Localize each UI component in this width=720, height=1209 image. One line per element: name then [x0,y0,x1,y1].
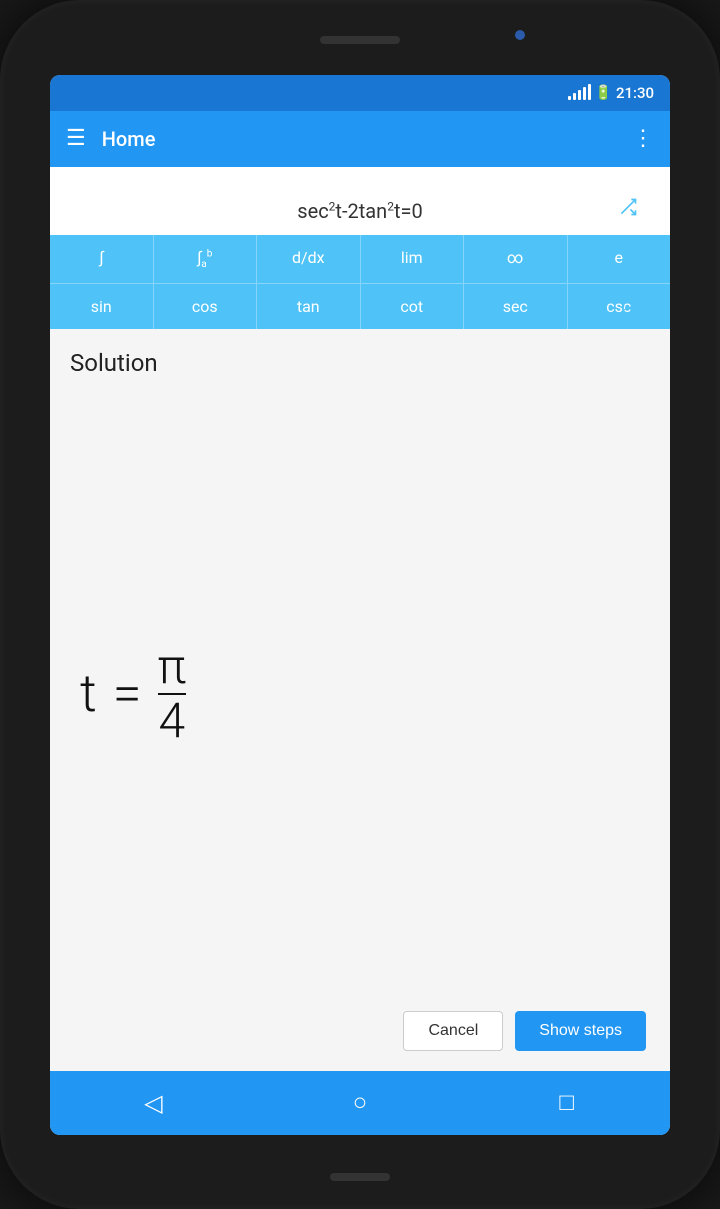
solution-title: Solution [70,349,650,377]
equation-area: sec2t-2tan2t=0 × [50,167,670,235]
key-sin[interactable]: sin [50,284,154,329]
side-icons: × [612,187,644,323]
action-buttons: Cancel Show steps [70,995,650,1071]
app-bar: ☰ Home ⋮ [50,111,670,167]
more-options-icon[interactable]: ⋮ [632,126,654,151]
key-sec[interactable]: sec [464,284,568,329]
key-definite-integral[interactable]: ∫ab [154,235,258,283]
equation-display: sec2t-2tan2t=0 [297,199,422,223]
nav-back-button[interactable]: ◁ [123,1083,183,1123]
key-tan[interactable]: tan [257,284,361,329]
fraction-numerator: π [158,643,187,693]
equation-row: sec2t-2tan2t=0 × [66,187,654,235]
close-icon[interactable]: × [612,239,644,271]
keyboard-row-2: sin cos tan cot sec csc [50,284,670,329]
formula-variable: t [80,663,97,724]
key-derivative[interactable]: d/dx [257,235,361,283]
keyboard-area: ∫ ∫ab d/dx lim ∞ e sin cos tan cot sec c… [50,235,670,329]
key-integral[interactable]: ∫ [50,235,154,283]
solution-formula: t = π 4 [70,393,650,995]
phone-camera [515,30,525,40]
key-infinity[interactable]: ∞ [464,235,568,283]
nav-recents-button[interactable]: □ [537,1083,597,1123]
nav-bar: ◁ ○ □ [50,1071,670,1135]
fraction-denominator: 4 [159,695,186,745]
key-cot[interactable]: cot [361,284,465,329]
signal-icon [568,86,591,100]
cancel-button[interactable]: Cancel [403,1011,503,1051]
nav-home-button[interactable]: ○ [330,1083,390,1123]
content-area: sec2t-2tan2t=0 × [50,167,670,1071]
solution-fraction: π 4 [158,643,187,745]
status-time: 21:30 [616,84,654,102]
phone-screen: 🔋 21:30 ☰ Home ⋮ sec2t-2tan2t=0 [50,75,670,1135]
key-cos[interactable]: cos [154,284,258,329]
star-icon[interactable] [612,287,644,319]
phone-frame: 🔋 21:30 ☰ Home ⋮ sec2t-2tan2t=0 [0,0,720,1209]
status-bar: 🔋 21:30 [50,75,670,111]
status-icons: 🔋 21:30 [568,84,655,102]
formula-equals: = [113,663,142,724]
shuffle-icon[interactable] [612,191,644,223]
battery-icon: 🔋 [595,85,612,101]
hamburger-menu-icon[interactable]: ☰ [66,126,86,151]
app-bar-title: Home [102,127,616,151]
phone-speaker [320,36,400,44]
phone-home-button [330,1173,390,1181]
keyboard-row-1: ∫ ∫ab d/dx lim ∞ e [50,235,670,284]
key-limit[interactable]: lim [361,235,465,283]
solution-panel: Solution t = π 4 Cancel Show steps [50,329,670,1071]
show-steps-button[interactable]: Show steps [515,1011,646,1051]
